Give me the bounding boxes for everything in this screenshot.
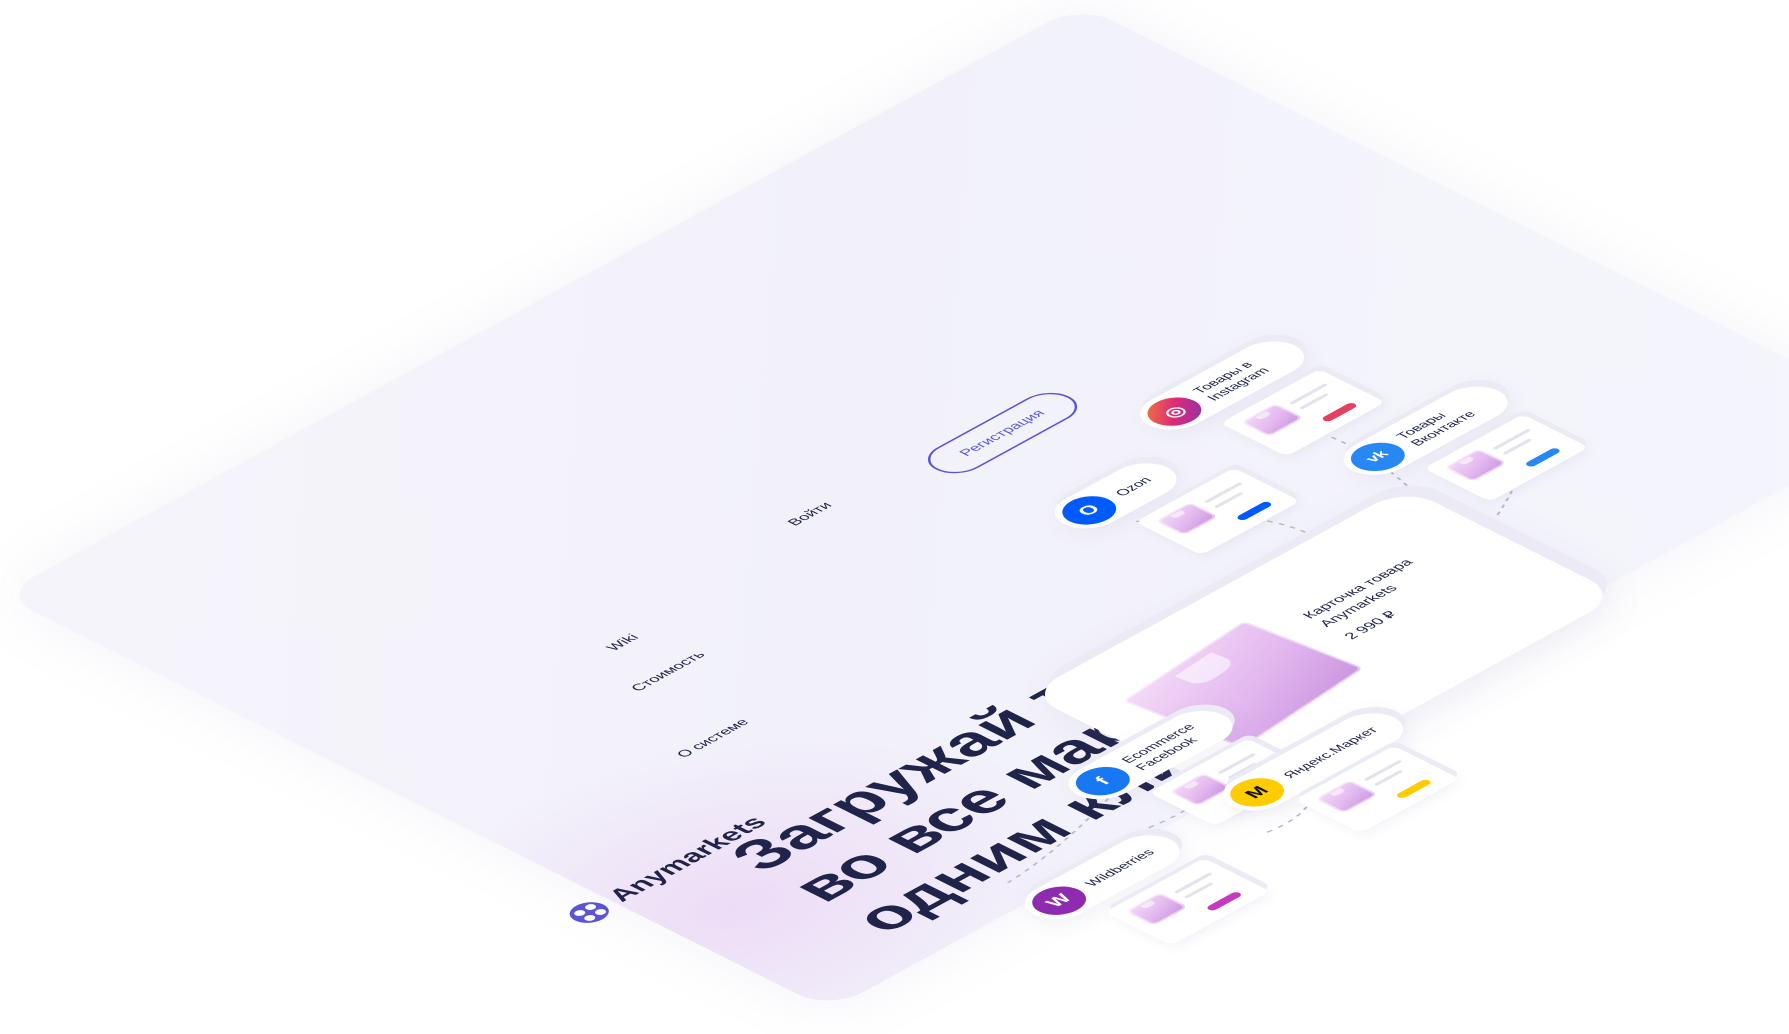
shirt-thumbnail [1315, 780, 1378, 813]
preview-button [1394, 778, 1433, 800]
shirt-thumbnail [1155, 502, 1219, 536]
preview-button [1205, 891, 1244, 912]
logo-mark-icon [561, 898, 617, 928]
shirt-thumbnail [1444, 448, 1507, 482]
shirt-thumbnail [1240, 403, 1304, 437]
page-stage: Anymarkets О системе Стоимость Wiki Войт… [0, 0, 1789, 1034]
marketplace-label: Ozon [1110, 474, 1155, 498]
shirt-thumbnail [1125, 892, 1188, 926]
landing-page-plane: Anymarkets О системе Стоимость Wiki Войт… [0, 4, 1789, 1011]
preview-button [1320, 401, 1359, 423]
preview-button [1235, 500, 1274, 522]
preview-button [1523, 447, 1562, 468]
